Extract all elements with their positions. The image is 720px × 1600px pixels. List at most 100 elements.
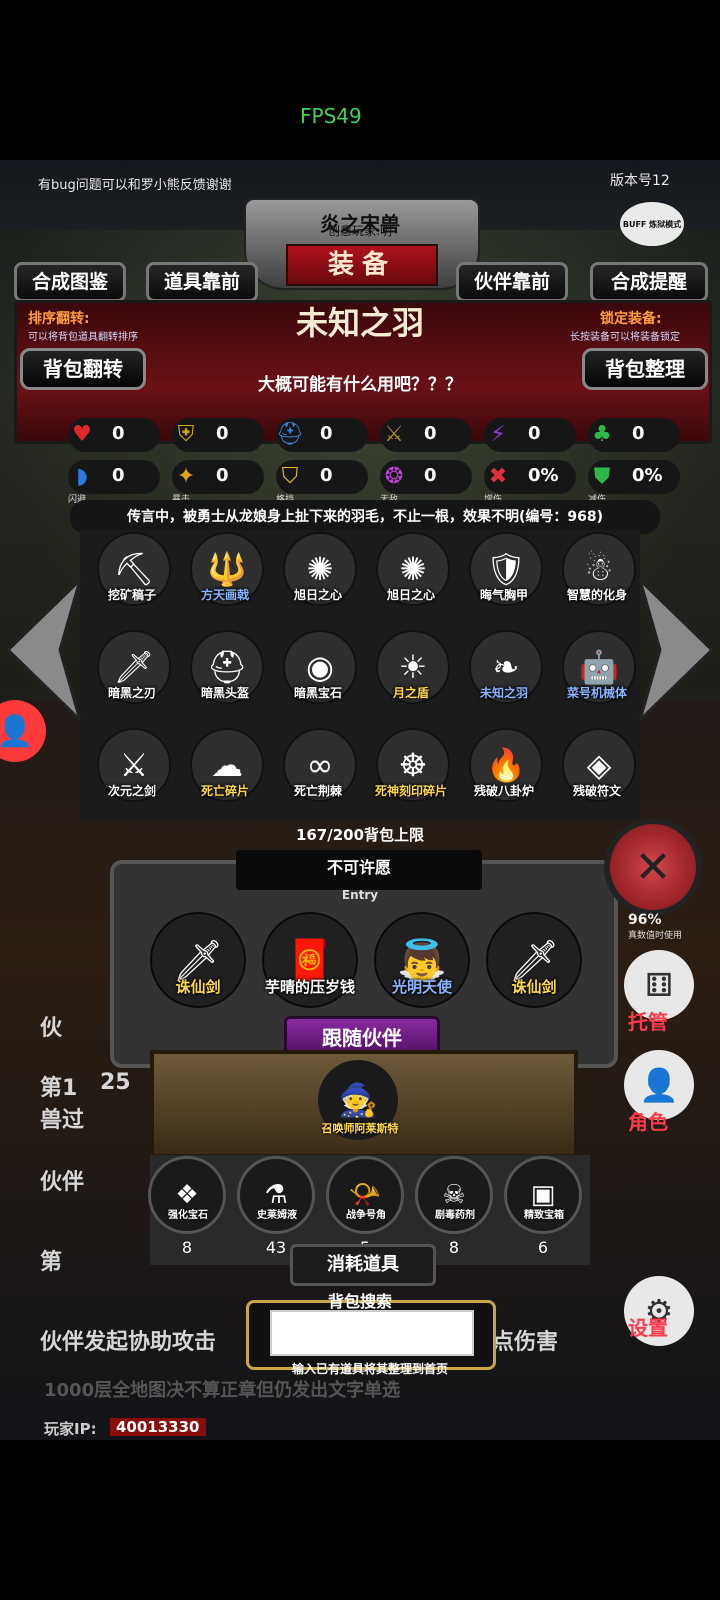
inventory-item[interactable]: ⛏ 挖矿稿子 — [92, 532, 172, 622]
tab-items-first[interactable]: 道具靠前 — [146, 262, 258, 302]
wish-item-name: 光明天使 — [391, 978, 452, 996]
tab-synthesis-reminder[interactable]: 合成提醒 — [590, 262, 708, 302]
bag-tidy-button[interactable]: 背包整理 — [582, 348, 708, 390]
item-name: 暗黑头盔 — [200, 686, 249, 700]
stat-row2-2: ⛉0格挡 — [276, 460, 368, 505]
tab-partners-first[interactable]: 伙伴靠前 — [456, 262, 568, 302]
stat-row2-0: ◗ 0 闪避 — [68, 460, 160, 505]
dodge-icon: ◗ — [76, 463, 88, 489]
crit-icon: ✦ — [176, 463, 196, 489]
auto-manage-label: 托管 — [628, 1010, 668, 1034]
inventory-item[interactable]: 🛡 晦气胸甲 — [464, 532, 544, 622]
item-name: 晦气胸甲 — [479, 588, 528, 602]
stat-value: 0 — [112, 423, 125, 444]
search-input[interactable] — [270, 1310, 474, 1356]
item-name: 月之盾 — [392, 686, 429, 700]
tab-synthesis-guide[interactable]: 合成图鉴 — [14, 262, 126, 302]
invincible-icon: ❂ — [384, 463, 404, 489]
lock-equip-label: 锁定装备: — [600, 311, 662, 327]
stat-row2-3: ❂0无敌 — [380, 460, 472, 505]
item-name: 旭日之心 — [293, 588, 342, 602]
item-name: 死亡荆棘 — [293, 784, 342, 798]
consumable-name: 强化宝石 — [168, 1210, 208, 1221]
dmg-up-icon: ✖ — [488, 463, 508, 489]
stat-value: 0 — [216, 465, 229, 486]
settings-label: 设置 — [628, 1316, 668, 1340]
page-title: 装备 — [286, 244, 438, 286]
inventory-item[interactable]: ❧ 未知之羽 — [464, 630, 544, 720]
prev-page-arrow[interactable] — [8, 580, 84, 720]
wish-item-name: 芋晴的压岁钱 — [264, 978, 355, 996]
inventory-item[interactable]: 🤖 菜号机械体 — [557, 630, 637, 720]
bg-text-3: 25 — [100, 1070, 131, 1095]
buff-mode-badge[interactable]: BUFF 炼狱模式 — [620, 202, 684, 246]
item-name: 暗黑宝石 — [293, 686, 342, 700]
consumable-item[interactable]: ❖ 强化宝石 8 — [148, 1156, 226, 1266]
sort-flip-label: 排序翻转: — [28, 311, 90, 327]
inventory-item[interactable]: ☀ 月之盾 — [371, 630, 451, 720]
sort-flip-hint: 可以将背包道具翻转排序 — [28, 332, 138, 343]
selected-item-name: 未知之羽 — [295, 304, 424, 342]
next-page-arrow[interactable] — [636, 580, 712, 720]
stat-value: 0 — [424, 465, 437, 486]
stat-row1-2: ⛑ 0 — [276, 418, 368, 452]
wish-item[interactable]: 🧧 芋晴的压岁钱 — [262, 912, 358, 1008]
consumable-icon: ⚗ — [237, 1156, 315, 1234]
entry-label: Entry — [341, 888, 379, 902]
close-button[interactable]: ✕ — [604, 818, 702, 916]
inventory-item[interactable]: ☸ 死神刻印碎片 — [371, 728, 451, 818]
consumable-count: 8 — [181, 1238, 193, 1257]
item-name: 次元之剑 — [107, 784, 156, 798]
consumable-name: 史莱姆液 — [257, 1210, 297, 1221]
item-name: 菜号机械体 — [566, 686, 627, 700]
stat-value: 0 — [216, 423, 229, 444]
consumable-icon: ☠ — [415, 1156, 493, 1234]
inventory-item[interactable]: ◉ 暗黑宝石 — [278, 630, 358, 720]
bg-scroll-text: 1000层全地图决不算正章但仍发出文字单选 — [44, 1380, 401, 1401]
player-ip-label: 玩家IP: — [44, 1420, 97, 1438]
item-name: 暗黑之刃 — [107, 686, 156, 700]
inventory-item[interactable]: 🔥 残破八卦炉 — [464, 728, 544, 818]
inventory-item[interactable]: ∞ 死亡荆棘 — [278, 728, 358, 818]
wish-status: 不可许愿 — [236, 850, 482, 890]
bag-flip-button[interactable]: 背包翻转 — [20, 348, 146, 390]
inventory-item[interactable]: 🗡 暗黑之刃 — [92, 630, 172, 720]
bg-text-4: 兽过 — [40, 1108, 85, 1133]
sword-icon: ⚔ — [384, 421, 404, 447]
wish-item[interactable]: 🗡 诛仙剑 — [150, 912, 246, 1008]
inventory-item[interactable]: ✺ 旭日之心 — [278, 532, 358, 622]
item-name: 残破符文 — [572, 784, 621, 798]
stat-value: 0 — [112, 465, 125, 486]
inventory-item[interactable]: 🔱 方天画戟 — [185, 532, 265, 622]
stat-row1-4: ⚡ 0 — [484, 418, 576, 452]
clover-icon: ♣ — [592, 421, 612, 447]
user-icon: 👤 — [0, 713, 34, 749]
close-icon: ✕ — [634, 841, 672, 893]
heart-icon: ♥ — [72, 421, 92, 447]
inventory-item[interactable]: ✺ 旭日之心 — [371, 532, 451, 622]
consumable-name: 战争号角 — [346, 1210, 386, 1221]
summoner-icon: 🧙 — [338, 1081, 378, 1119]
inventory-item[interactable]: ☃ 智慧的化身 — [557, 532, 637, 622]
wish-item[interactable]: 👼 光明天使 — [374, 912, 470, 1008]
game-viewport: 有bug问题可以和罗小熊反馈谢谢 版本号12 BUFF 炼狱模式 炎之宋兽 创意… — [0, 160, 720, 1440]
ratio-value: 96% — [628, 912, 662, 928]
consumable-icon: ▣ — [504, 1156, 582, 1234]
inventory-item[interactable]: ⚔ 次元之剑 — [92, 728, 172, 818]
consumable-name: 精致宝箱 — [524, 1210, 564, 1221]
consumable-icon: ❖ — [148, 1156, 226, 1234]
stat-row2-1: ✦0暴击 — [172, 460, 264, 505]
consumables-label: 消耗道具 — [290, 1244, 436, 1286]
inventory-item[interactable]: ◈ 残破符文 — [557, 728, 637, 818]
item-name: 未知之羽 — [479, 686, 528, 700]
inventory-item[interactable]: ⛑ 暗黑头盔 — [185, 630, 265, 720]
stat-value: 0 — [320, 423, 333, 444]
wish-item[interactable]: 🗡 诛仙剑 — [486, 912, 582, 1008]
player-ip-value: 40013330 — [110, 1418, 206, 1436]
item-name: 挖矿稿子 — [107, 588, 156, 602]
inventory-item[interactable]: ☁ 死亡碎片 — [185, 728, 265, 818]
consumable-item[interactable]: ▣ 精致宝箱 6 — [504, 1156, 582, 1266]
bg-damage-text: 点伤害 — [492, 1330, 559, 1355]
version-label: 版本号12 — [610, 173, 670, 189]
consumable-icon: 📯 — [326, 1156, 404, 1234]
